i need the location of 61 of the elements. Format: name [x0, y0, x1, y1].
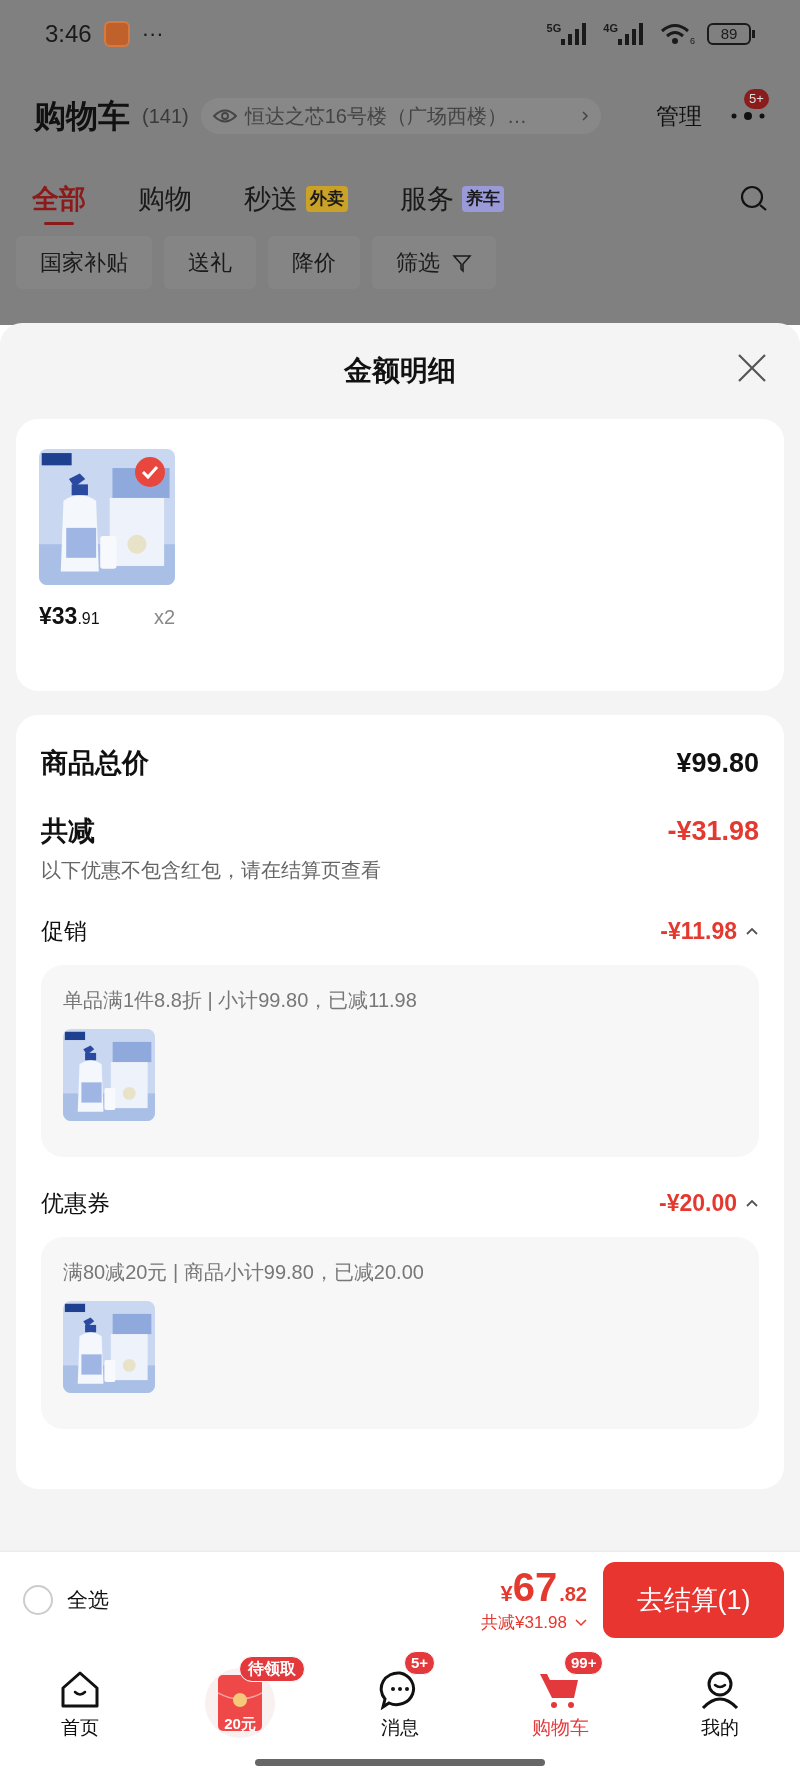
- discount-label: 共减: [41, 814, 95, 848]
- count-badge: 99+: [564, 1650, 604, 1675]
- notification-badge: 5+: [744, 89, 769, 109]
- count-badge: 5+: [404, 1650, 436, 1675]
- checkout-button[interactable]: 去结算(1): [603, 1562, 784, 1638]
- wifi-icon: [660, 23, 690, 45]
- network-label: 4G: [603, 21, 618, 36]
- select-all-checkbox[interactable]: [23, 1585, 53, 1615]
- nav-tab[interactable]: 首页: [59, 1669, 101, 1742]
- envelope-icon: [218, 1675, 262, 1731]
- notification-icon: [103, 21, 130, 47]
- item-quantity: x2: [153, 605, 175, 630]
- total-label: 商品总价: [41, 746, 149, 780]
- filter-chip[interactable]: 送礼: [164, 236, 256, 289]
- discount-row[interactable]: 促销 -¥11.98: [41, 913, 759, 949]
- eye-icon: [212, 109, 237, 123]
- sheet-title: 金额明细: [344, 354, 456, 388]
- discount-type: 促销: [41, 916, 87, 946]
- discount-value: -¥20.00: [659, 1188, 737, 1218]
- cart-count: (141): [142, 104, 189, 129]
- wifi-label: 6: [690, 34, 695, 48]
- item-price: ¥33.91: [39, 602, 100, 631]
- discount-value: -¥11.98: [660, 916, 737, 946]
- check-icon[interactable]: [135, 457, 165, 487]
- person-icon: [699, 1669, 741, 1710]
- tab-tag: 外卖: [306, 186, 348, 212]
- caret-up-icon: [745, 1198, 759, 1208]
- discount-type: 优惠券: [41, 1188, 110, 1218]
- category-tab[interactable]: 购物: [138, 169, 192, 229]
- discount-amount: -¥31.98: [667, 814, 759, 848]
- chevron-right-icon: [580, 110, 589, 122]
- nav-tab[interactable]: 我的: [699, 1669, 741, 1742]
- status-time: 3:46: [45, 19, 92, 49]
- search-icon[interactable]: [740, 185, 768, 213]
- manage-button[interactable]: 管理: [656, 98, 702, 134]
- page-title: 购物车: [34, 97, 130, 136]
- discount-detail: 满80减20元 | 商品小计99.80，已减20.00: [63, 1260, 425, 1285]
- funnel-icon: [452, 252, 472, 273]
- category-tab[interactable]: 秒送 外卖: [244, 169, 348, 229]
- home-icon: [59, 1669, 101, 1710]
- filter-chip[interactable]: 降价: [268, 236, 360, 289]
- discount-detail: 单品满1件8.8折 | 小计99.80，已减11.98: [63, 988, 418, 1013]
- more-icon[interactable]: [730, 111, 766, 121]
- address-chip[interactable]: 恒达之芯16号楼（广场西楼）…: [200, 98, 601, 134]
- filter-chip[interactable]: 筛选: [372, 236, 496, 289]
- network-label: 5G: [546, 21, 562, 36]
- category-tab[interactable]: 服务 养车: [400, 169, 504, 229]
- reward-badge: 待领取: [239, 1656, 305, 1682]
- filter-chip[interactable]: 国家补贴: [16, 236, 152, 289]
- tab-tag: 养车: [462, 186, 504, 212]
- more-notifications: ···: [141, 23, 164, 45]
- discount-note: 以下优惠不包含红包，请在结算页查看: [41, 858, 382, 883]
- checkout-total: ¥67.82: [500, 1564, 587, 1610]
- caret-down-icon: [575, 1618, 587, 1627]
- total-amount: ¥99.80: [676, 746, 759, 780]
- select-all-label: 全选: [67, 1587, 109, 1614]
- discount-toggle[interactable]: 共减¥31.98: [481, 1609, 587, 1636]
- caret-up-icon: [745, 926, 759, 936]
- close-icon[interactable]: [737, 353, 767, 383]
- address-text: 恒达之芯16号楼（广场西楼）…: [244, 104, 528, 129]
- discount-row[interactable]: 优惠券 -¥20.00: [41, 1185, 759, 1221]
